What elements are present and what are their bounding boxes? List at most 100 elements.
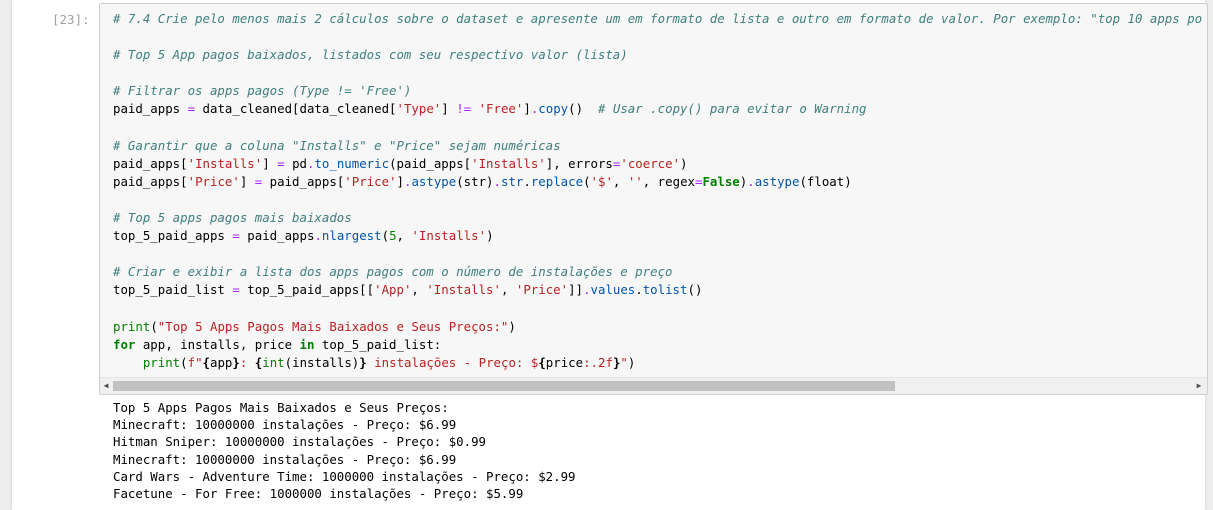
code-line: print(f"{app}: {int(installs)} instalaçõ… — [113, 354, 1203, 372]
code-token: = — [232, 282, 240, 298]
scroll-left-icon[interactable]: ◀ — [100, 380, 112, 392]
code-token: ) — [627, 354, 636, 370]
code-token: } — [359, 354, 367, 370]
code-token: top_5_paid_apps — [113, 228, 233, 244]
code-line: # 7.4 Crie pelo menos mais 2 cálculos so… — [113, 10, 1203, 28]
code-token: ( — [381, 228, 390, 244]
code-token: 'Price' — [187, 173, 240, 189]
code-token: 'Price' — [515, 282, 569, 298]
code-token: 5 — [389, 228, 397, 244]
code-token: 'Free' — [478, 101, 524, 117]
code-token: != — [456, 101, 472, 117]
code-line: # Top 5 apps pagos mais baixados — [113, 209, 1203, 227]
code-token: 'Type' — [396, 101, 442, 117]
code-line: # Criar e exibir a lista dos apps pagos … — [113, 263, 1203, 281]
code-line: print("Top 5 Apps Pagos Mais Baixados e … — [113, 318, 1203, 336]
code-token: # Top 5 App pagos baixados, listados com… — [113, 47, 628, 63]
code-token: ] — [396, 173, 404, 189]
code-line: # Garantir que a coluna "Installs" e "Pr… — [113, 137, 1203, 155]
code-token: paid_apps — [113, 101, 188, 117]
code-line: # Top 5 App pagos baixados, listados com… — [113, 46, 1203, 64]
code-token: replace — [530, 173, 584, 189]
code-token: top_5_paid_list: — [314, 336, 442, 352]
output-line: Minecraft: 10000000 instalações - Preço:… — [113, 417, 457, 433]
code-token: print — [142, 354, 181, 370]
code-token: to_numeric — [314, 155, 390, 171]
code-token: 'Price' — [344, 173, 397, 189]
code-editor[interactable]: # 7.4 Crie pelo menos mais 2 cálculos so… — [113, 10, 1203, 375]
scroll-right-icon[interactable]: ▶ — [1193, 380, 1205, 392]
code-token: (float) — [799, 173, 852, 189]
horizontal-scrollbar[interactable]: ◀ ▶ — [100, 377, 1207, 394]
scrollbar-thumb[interactable] — [113, 381, 895, 391]
output-line: Minecraft: 10000000 instalações - Preço:… — [113, 451, 457, 467]
output-line: Facetune - For Free: 1000000 instalações… — [113, 486, 524, 502]
code-token: ) — [508, 318, 516, 334]
code-token: paid_apps[ — [113, 155, 188, 171]
code-token: print — [113, 318, 151, 334]
code-token: 'Installs' — [426, 282, 501, 298]
code-token: instalações - Preço: $ — [366, 354, 539, 370]
code-token: 'Installs' — [471, 155, 546, 171]
code-token: ) — [486, 228, 494, 244]
code-token: # Criar e exibir a lista dos apps pagos … — [113, 264, 673, 280]
code-token: pd — [284, 155, 307, 171]
code-token: # Top 5 apps pagos mais baixados — [113, 210, 352, 226]
code-token: # Garantir que a coluna "Installs" e "Pr… — [113, 137, 561, 153]
code-token: f" — [187, 354, 203, 370]
code-token: app, installs, price — [135, 336, 300, 352]
code-token: , — [612, 173, 628, 189]
cell-output: Top 5 Apps Pagos Mais Baixados e Seus Pr… — [113, 399, 1203, 502]
code-token: { — [538, 354, 546, 370]
code-token: 'Installs' — [187, 155, 263, 171]
code-token: } — [232, 354, 240, 370]
code-line: paid_apps['Price'] = paid_apps['Price'].… — [113, 173, 1203, 191]
code-token: nlargest — [321, 228, 382, 244]
code-line: top_5_paid_apps = paid_apps.nlargest(5, … — [113, 227, 1203, 245]
code-token: int — [262, 354, 285, 370]
code-token: for — [113, 336, 136, 352]
code-token: ] — [441, 101, 457, 117]
code-token: copy — [538, 101, 569, 117]
code-token: '' — [627, 173, 643, 189]
code-token: '$' — [590, 173, 613, 189]
code-token: ] — [262, 155, 278, 171]
code-line: top_5_paid_list = top_5_paid_apps[['App'… — [113, 281, 1203, 299]
code-cell-input[interactable]: # 7.4 Crie pelo menos mais 2 cálculos so… — [99, 3, 1208, 395]
output-line: Card Wars - Adventure Time: 1000000 inst… — [113, 468, 576, 484]
code-line: # Filtrar os apps pagos (Type != 'Free') — [113, 82, 1203, 100]
code-token: paid_apps[ — [262, 173, 345, 189]
code-token: top_5_paid_apps[[ — [239, 282, 375, 298]
code-token: (str) — [456, 173, 494, 189]
code-token: # Filtrar os apps pagos (Type != 'Free') — [113, 83, 412, 99]
code-token: values — [590, 282, 636, 298]
code-token: top_5_paid_list — [113, 282, 233, 298]
code-token: paid_apps — [239, 228, 315, 244]
code-token: # Usar .copy() para evitar o Warning — [597, 101, 867, 117]
code-token: data_cleaned[data_cleaned[ — [195, 101, 397, 117]
code-token: ] — [239, 173, 255, 189]
code-token: { — [202, 354, 211, 370]
code-token: , — [396, 228, 412, 244]
code-token: tolist — [642, 282, 688, 298]
code-token: 'coerce' — [620, 155, 681, 171]
cell-prompt: [23]: — [52, 12, 90, 27]
code-token: ) — [680, 155, 688, 171]
code-line: for app, installs, price in top_5_paid_l… — [113, 336, 1203, 354]
code-token: , — [411, 282, 427, 298]
code-token: (paid_apps[ — [389, 155, 472, 171]
code-token: () — [687, 282, 703, 298]
code-token: ( — [583, 173, 591, 189]
code-token: astype — [411, 173, 457, 189]
code-token: (installs) — [284, 354, 360, 370]
code-token: in — [299, 336, 315, 352]
code-token: ( — [180, 354, 188, 370]
code-token: = — [187, 101, 196, 117]
